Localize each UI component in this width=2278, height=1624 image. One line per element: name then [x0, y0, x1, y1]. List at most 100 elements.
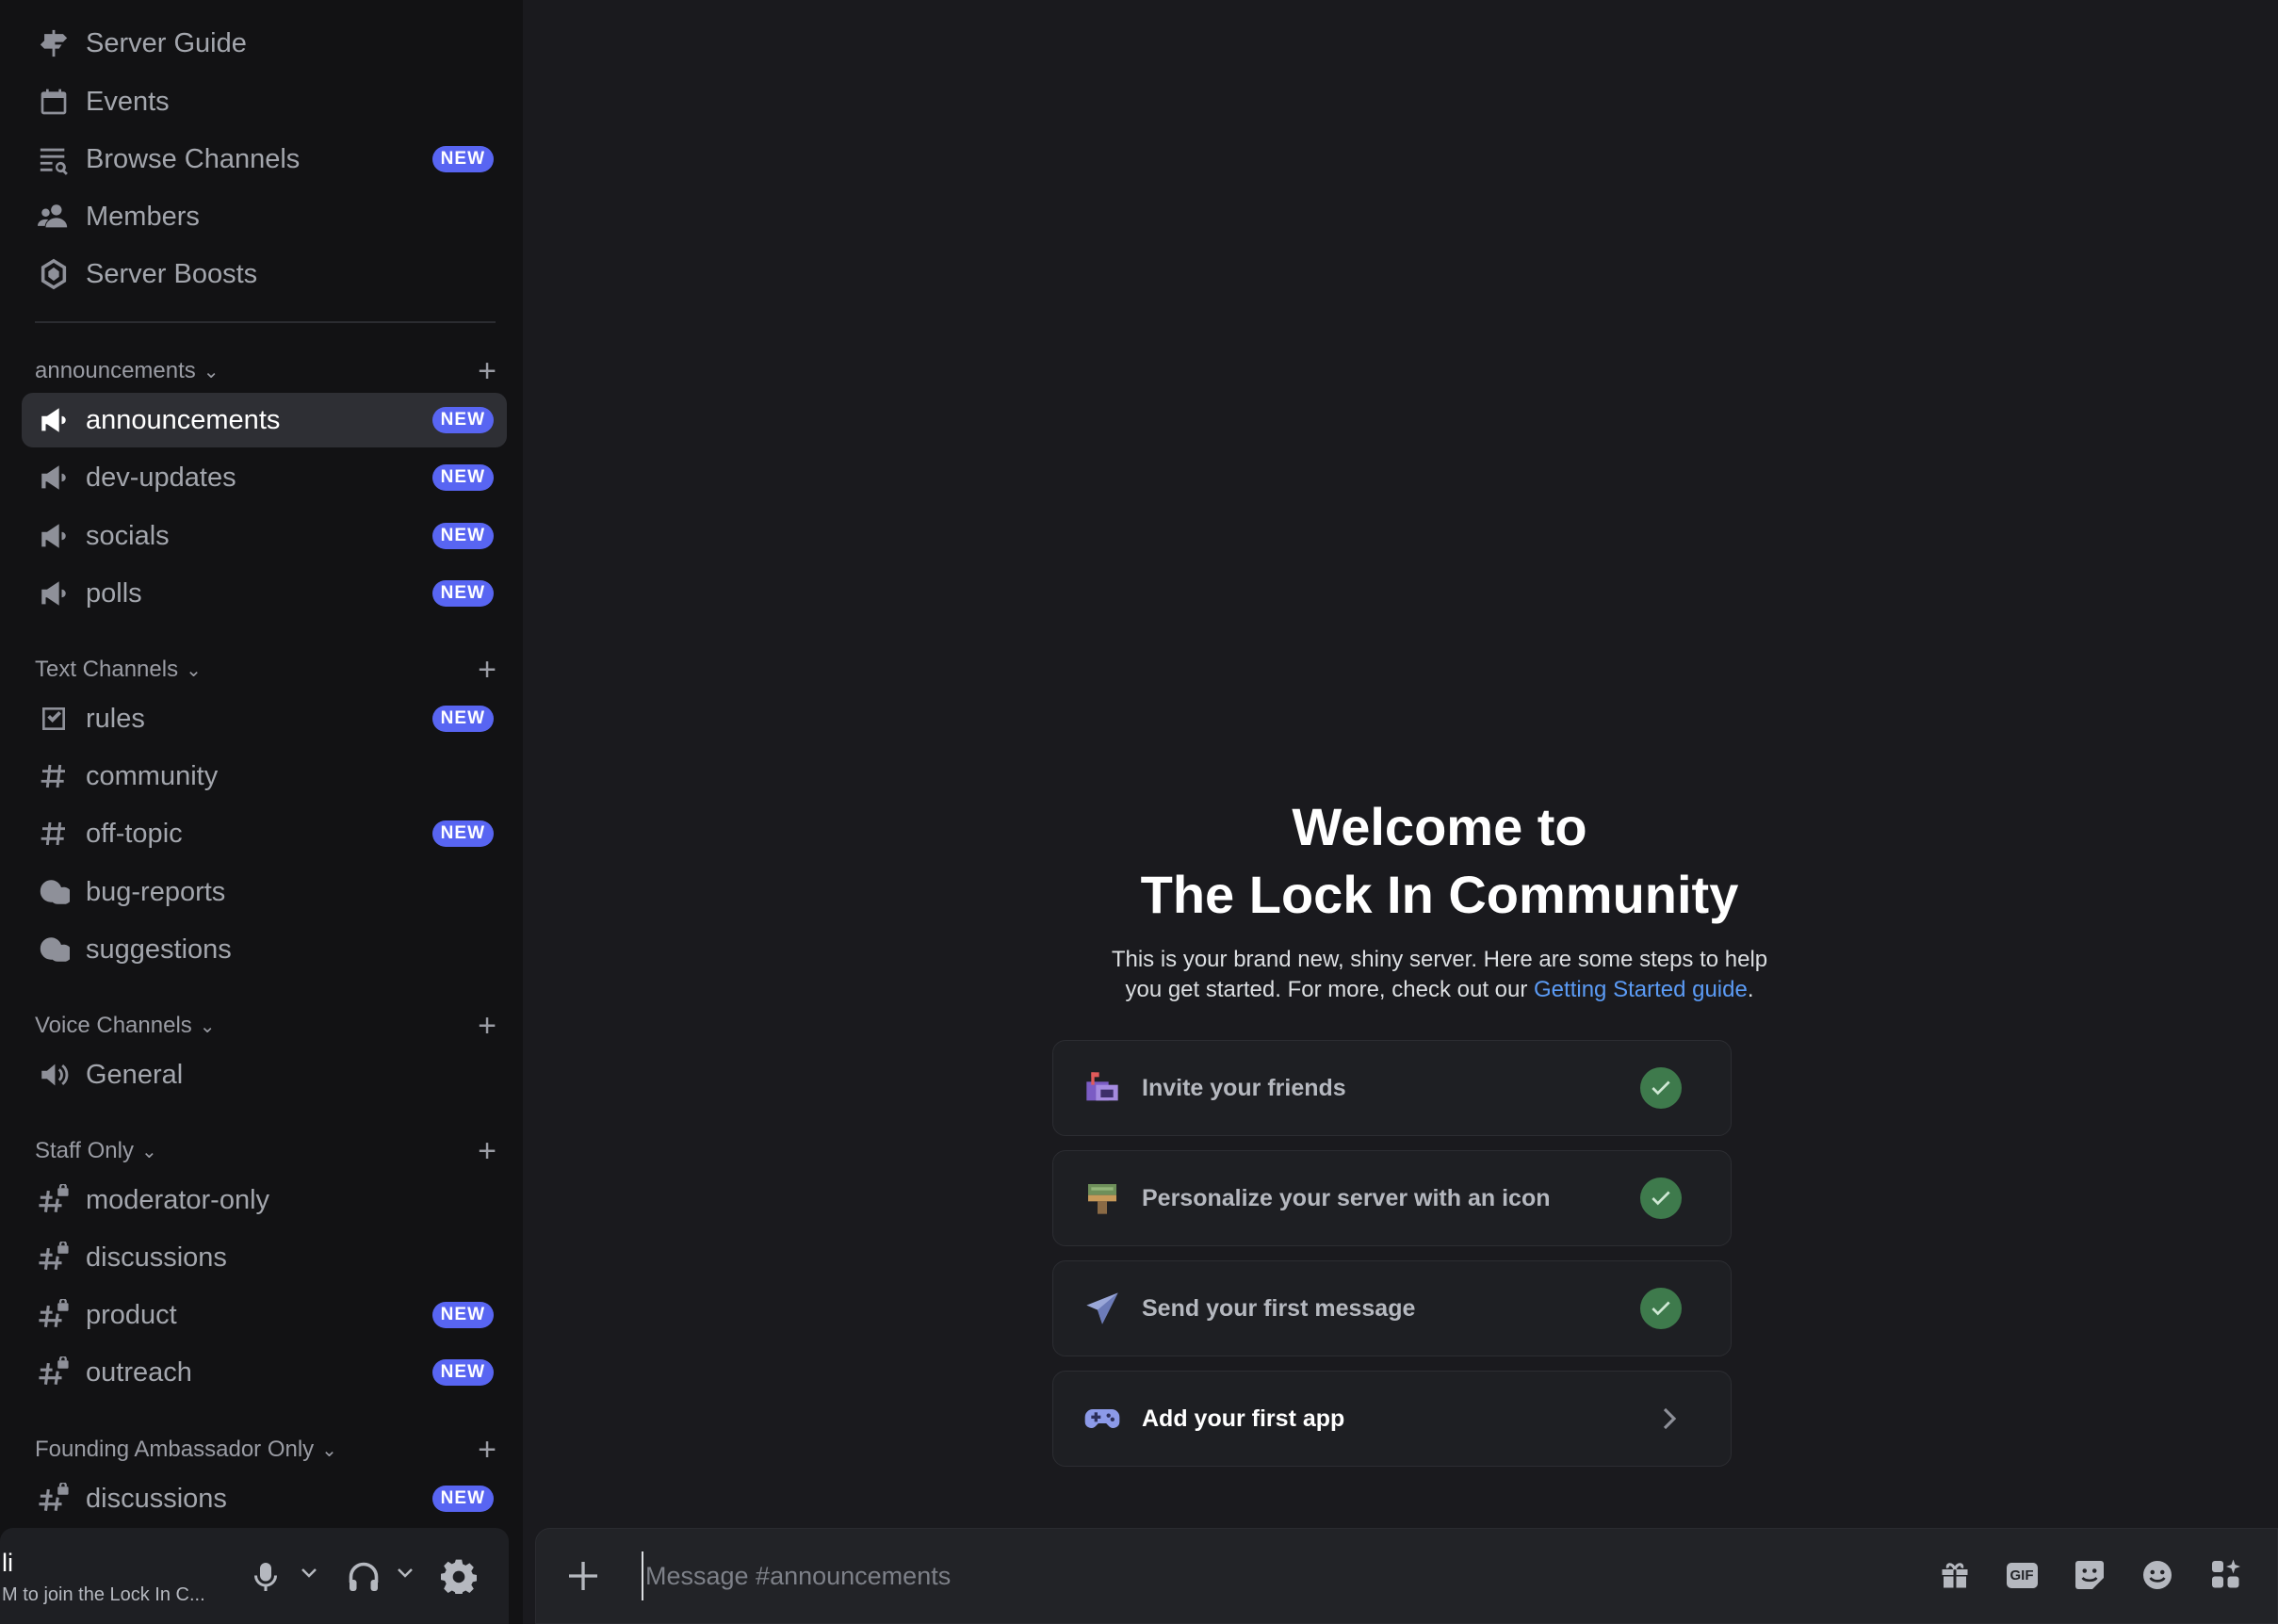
add-channel-icon[interactable]: +: [478, 1135, 496, 1167]
forum-icon: [35, 931, 73, 968]
category-founding-ambassador-only[interactable]: Founding Ambassador Only ⌄ +: [35, 1433, 496, 1467]
channel-bug-reports[interactable]: bug-reports: [22, 865, 507, 919]
chevron-down-icon: ⌄: [203, 361, 220, 382]
calendar-icon: [35, 83, 73, 121]
channel-general-voice[interactable]: General: [22, 1047, 507, 1102]
microphone-icon[interactable]: [251, 1560, 281, 1599]
channel-rules[interactable]: rules NEW: [22, 691, 507, 746]
card-label: Send your first message: [1142, 1294, 1416, 1322]
megaphone-icon: [35, 575, 73, 612]
sticker-icon[interactable]: [2071, 1556, 2108, 1594]
gift-icon[interactable]: [1936, 1556, 1974, 1594]
category-label: Staff Only: [35, 1138, 134, 1163]
category-announcements[interactable]: announcements ⌄ +: [35, 354, 496, 388]
channel-label: General: [86, 1059, 184, 1090]
channel-dev-updates[interactable]: dev-updates NEW: [22, 450, 507, 505]
user-panel: li M to join the Lock In C...: [0, 1528, 509, 1624]
card-personalize-server[interactable]: Personalize your server with an icon: [1052, 1150, 1732, 1246]
channel-label: community: [86, 760, 219, 791]
category-staff-only[interactable]: Staff Only ⌄ +: [35, 1134, 496, 1168]
category-label: Text Channels: [35, 657, 179, 682]
locked-hashtag-icon: [35, 1239, 73, 1276]
settings-gear-icon[interactable]: [441, 1558, 477, 1599]
channel-label: product: [86, 1299, 177, 1330]
card-label: Invite your friends: [1142, 1074, 1346, 1101]
chevron-down-icon[interactable]: [300, 1566, 318, 1585]
paper-plane-icon: [1082, 1288, 1123, 1329]
paintbrush-icon: [1082, 1177, 1123, 1219]
channel-label: moderator-only: [86, 1184, 270, 1215]
emoji-icon[interactable]: [2139, 1556, 2176, 1594]
message-input[interactable]: [642, 1551, 1489, 1600]
new-badge: NEW: [431, 464, 494, 491]
new-badge: NEW: [431, 706, 494, 732]
channel-outreach[interactable]: outreach NEW: [22, 1345, 507, 1400]
user-status: M to join the Lock In C...: [2, 1584, 205, 1605]
sidebar-item-browse-channels[interactable]: Browse Channels NEW: [22, 132, 507, 187]
add-channel-icon[interactable]: +: [478, 355, 496, 387]
locked-hashtag-icon: [35, 1296, 73, 1334]
browse-channels-icon: [35, 140, 73, 178]
add-channel-icon[interactable]: +: [478, 654, 496, 686]
sidebar-item-events[interactable]: Events: [22, 74, 507, 129]
welcome-description-period: .: [1747, 977, 1754, 1002]
sidebar-divider: [35, 321, 496, 323]
welcome-description-line2: you get started. For more, check out our…: [1036, 977, 1843, 1003]
welcome-title-line1: Welcome to: [1292, 797, 1587, 856]
checkmark-icon: [1640, 1177, 1682, 1219]
megaphone-icon: [35, 459, 73, 496]
attach-plus-icon[interactable]: [564, 1557, 602, 1600]
add-channel-icon[interactable]: +: [478, 1434, 496, 1466]
channel-announcements[interactable]: announcements NEW: [22, 393, 507, 447]
channel-label: suggestions: [86, 934, 232, 965]
chevron-down-icon: ⌄: [186, 659, 202, 681]
channel-socials[interactable]: socials NEW: [22, 509, 507, 563]
card-add-first-app[interactable]: Add your first app: [1052, 1371, 1732, 1467]
sidebar-item-server-boosts[interactable]: Server Boosts: [22, 247, 507, 301]
gif-label: GIF: [2006, 1562, 2038, 1588]
hashtag-icon: [35, 757, 73, 795]
channel-off-topic[interactable]: off-topic NEW: [22, 806, 507, 861]
rules-icon: [35, 700, 73, 738]
sidebar-item-members[interactable]: Members: [22, 189, 507, 244]
channel-discussions-ambassador[interactable]: discussions NEW: [22, 1471, 507, 1526]
mailbox-icon: [1082, 1067, 1123, 1109]
channel-label: announcements: [86, 404, 281, 435]
card-invite-friends[interactable]: Invite your friends: [1052, 1040, 1732, 1136]
boost-icon: [35, 255, 73, 293]
channel-label: polls: [86, 577, 142, 609]
channel-label: discussions: [86, 1242, 227, 1273]
sidebar-item-server-guide[interactable]: Server Guide: [22, 16, 507, 71]
signpost-icon: [35, 24, 73, 62]
new-badge: NEW: [431, 580, 494, 607]
channel-community[interactable]: community: [22, 749, 507, 804]
channel-suggestions[interactable]: suggestions: [22, 922, 507, 977]
user-name[interactable]: li: [2, 1549, 13, 1578]
add-channel-icon[interactable]: +: [478, 1010, 496, 1042]
channel-label: discussions: [86, 1483, 227, 1514]
category-text-channels[interactable]: Text Channels ⌄ +: [35, 653, 496, 687]
category-voice-channels[interactable]: Voice Channels ⌄ +: [35, 1009, 496, 1043]
new-badge: NEW: [431, 1486, 494, 1512]
chevron-down-icon[interactable]: [396, 1566, 415, 1585]
channel-discussions-staff[interactable]: discussions: [22, 1230, 507, 1285]
channel-label: rules: [86, 703, 145, 734]
new-badge: NEW: [431, 820, 494, 847]
card-send-first-message[interactable]: Send your first message: [1052, 1260, 1732, 1356]
apps-icon[interactable]: [2207, 1556, 2245, 1594]
sidebar-item-label: Server Boosts: [86, 258, 258, 289]
channel-moderator-only[interactable]: moderator-only: [22, 1173, 507, 1227]
getting-started-guide-link[interactable]: Getting Started guide: [1534, 977, 1748, 1002]
channel-label: dev-updates: [86, 462, 236, 493]
gif-icon[interactable]: GIF: [2003, 1556, 2041, 1594]
channel-polls[interactable]: polls NEW: [22, 566, 507, 621]
megaphone-icon: [35, 401, 73, 439]
headphones-icon[interactable]: [347, 1560, 381, 1599]
checkmark-icon: [1640, 1067, 1682, 1109]
channel-product[interactable]: product NEW: [22, 1288, 507, 1342]
locked-hashtag-icon: [35, 1181, 73, 1219]
new-badge: NEW: [431, 407, 494, 433]
sidebar-item-label: Events: [86, 86, 170, 117]
speaker-icon: [35, 1056, 73, 1094]
sidebar-item-label: Browse Channels: [86, 143, 301, 174]
